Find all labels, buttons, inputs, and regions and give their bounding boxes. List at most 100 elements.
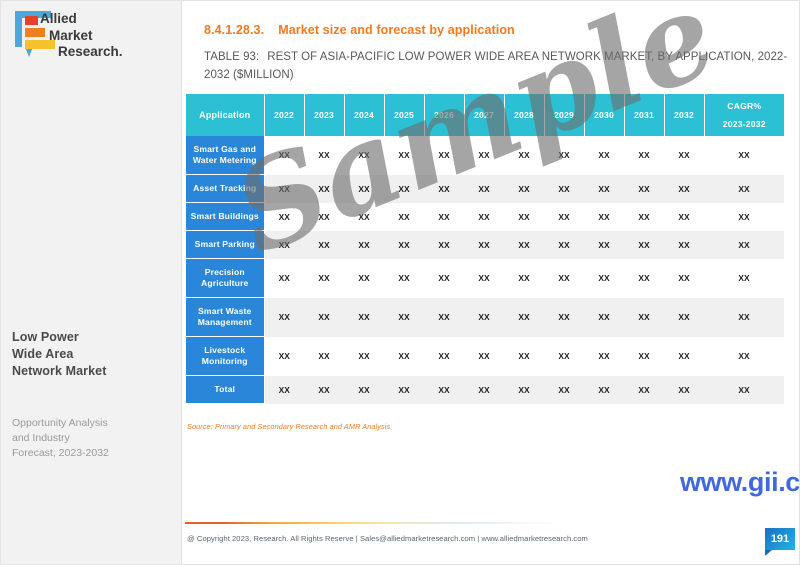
footer-copyright: @ Copyright 2023, Research. All Rights R…: [187, 534, 588, 543]
table-cell: XX: [624, 336, 664, 376]
table-header-row: Application 2022 2023 2024 2025 2026 202…: [186, 94, 784, 136]
table-cell: XX: [424, 202, 464, 231]
table-cell: XX: [264, 136, 304, 175]
row-label: Asset Tracking: [186, 174, 265, 203]
section-heading: 8.4.1.28.3. Market size and forecast by a…: [204, 23, 515, 37]
column-header-cagr: CAGR% 2023-2032: [704, 94, 784, 136]
market-forecast-table: Application 2022 2023 2024 2025 2026 202…: [186, 94, 784, 404]
table-row: Livestock Monitoring XX XX XX XX XX XX XX XX XX XX…: [186, 336, 784, 376]
table-cell: XX: [704, 230, 784, 259]
column-header-2029: 2029: [544, 94, 585, 136]
column-header-application: Application: [186, 94, 265, 136]
report-subtitle-line-3: Forecast, 2023-2032: [12, 447, 109, 459]
column-header-2022: 2022: [264, 94, 305, 136]
table-cell: XX: [584, 230, 624, 259]
table-row: Total XX XX XX XX XX XX XX XX XX XX XX XX: [186, 375, 784, 404]
table-cell: XX: [704, 375, 784, 404]
table-cell: XX: [464, 136, 504, 175]
table-cell: XX: [584, 202, 624, 231]
table-cell: XX: [384, 202, 424, 231]
table-cell: XX: [704, 336, 784, 376]
table-cell: XX: [624, 136, 664, 175]
table-cell: XX: [424, 336, 464, 376]
table-cell: XX: [504, 202, 544, 231]
report-title: Low Power Wide Area Network Market: [12, 329, 172, 380]
table-cell: XX: [504, 297, 544, 337]
table-cell: XX: [504, 230, 544, 259]
table-body: Smart Gas and Water Metering XX XX XX XX XX XX…: [186, 136, 784, 404]
row-label: Smart Gas and Water Metering: [186, 136, 265, 175]
table-cell: XX: [424, 230, 464, 259]
table-cell: XX: [544, 375, 584, 404]
table-cell: XX: [664, 336, 704, 376]
table-cell: XX: [624, 258, 664, 298]
table-cell: XX: [584, 174, 624, 203]
section-title: Market size and forecast by application: [278, 23, 515, 37]
table-cell: XX: [464, 258, 504, 298]
table-cell: XX: [584, 136, 624, 175]
table-cell: XX: [584, 375, 624, 404]
table-caption-text: REST OF ASIA-PACIFIC LOW POWER WIDE AREA…: [204, 51, 788, 81]
table-cell: XX: [544, 258, 584, 298]
column-header-2027: 2027: [464, 94, 505, 136]
table-cell: XX: [264, 230, 304, 259]
table-cell: XX: [304, 230, 344, 259]
table-cell: XX: [704, 258, 784, 298]
table-cell: XX: [664, 230, 704, 259]
table-cell: XX: [664, 136, 704, 175]
table-cell: XX: [264, 297, 304, 337]
table-cell: XX: [304, 136, 344, 175]
table-cell: XX: [624, 230, 664, 259]
table-cell: XX: [384, 136, 424, 175]
table-cell: XX: [264, 375, 304, 404]
table-cell: XX: [544, 336, 584, 376]
row-label: Smart Waste Management: [186, 297, 265, 337]
table-cell: XX: [304, 174, 344, 203]
table-cell: XX: [344, 230, 384, 259]
table-cell: XX: [664, 202, 704, 231]
table-cell: XX: [344, 136, 384, 175]
table-cell: XX: [544, 136, 584, 175]
document-page: Allied Market Research. Low Power Wide A…: [0, 0, 800, 565]
table-cell: XX: [344, 297, 384, 337]
table-cell: XX: [504, 174, 544, 203]
table-cell: XX: [624, 297, 664, 337]
table-cell: XX: [544, 230, 584, 259]
table-cell: XX: [704, 297, 784, 337]
gii-url-watermark: www.gii.co.jp: [680, 467, 800, 497]
table-cell: XX: [384, 375, 424, 404]
footer-divider: [185, 522, 798, 524]
report-subtitle-line-1: Opportunity Analysis: [12, 417, 108, 429]
table-cell: XX: [424, 136, 464, 175]
table-cell: XX: [704, 202, 784, 231]
table-row: Smart Gas and Water Metering XX XX XX XX XX XX…: [186, 136, 784, 175]
table-cell: XX: [304, 375, 344, 404]
column-header-2031: 2031: [624, 94, 665, 136]
table-cell: XX: [384, 258, 424, 298]
table-cell: XX: [584, 297, 624, 337]
table-cell: XX: [384, 230, 424, 259]
sidebar: Allied Market Research. Low Power Wide A…: [1, 1, 182, 564]
column-header-2032: 2032: [664, 94, 705, 136]
table-cell: XX: [424, 375, 464, 404]
table-cell: XX: [504, 375, 544, 404]
table-cell: XX: [344, 336, 384, 376]
report-title-line-3: Network Market: [12, 364, 107, 378]
table-cell: XX: [704, 174, 784, 203]
table-cell: XX: [464, 297, 504, 337]
table-cell: XX: [384, 297, 424, 337]
table-cell: XX: [344, 258, 384, 298]
table-row: Smart Waste Management XX XX XX XX XX XX XX XX XX…: [186, 297, 784, 337]
page-number-badge-tail: [765, 550, 772, 556]
table-cell: XX: [264, 336, 304, 376]
table-cell: XX: [304, 336, 344, 376]
row-label: Smart Buildings: [186, 202, 265, 231]
table-cell: XX: [504, 258, 544, 298]
column-header-2024: 2024: [344, 94, 385, 136]
table-cell: XX: [264, 202, 304, 231]
table-cell: XX: [304, 202, 344, 231]
table-cell: XX: [384, 336, 424, 376]
main-content: 8.4.1.28.3. Market size and forecast by a…: [182, 1, 800, 564]
table-cell: XX: [344, 375, 384, 404]
table-cell: XX: [504, 336, 544, 376]
